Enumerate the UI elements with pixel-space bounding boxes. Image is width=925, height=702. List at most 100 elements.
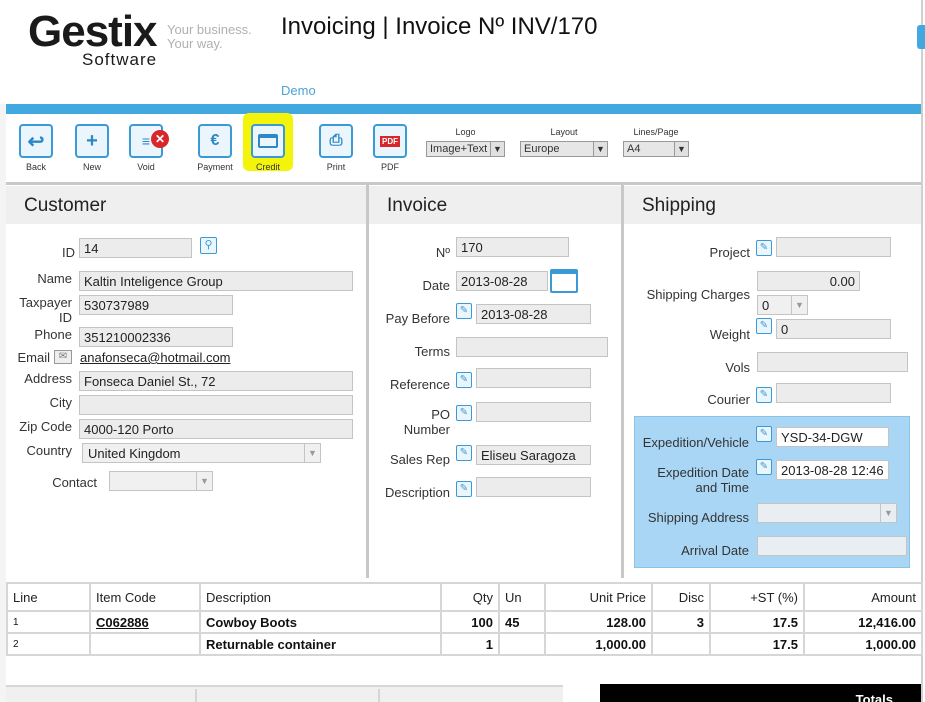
contact-select[interactable]: ▼ (109, 471, 213, 491)
arrival-date-field[interactable] (757, 536, 907, 556)
back-button[interactable]: ↩ Back (14, 124, 58, 172)
cell-disc (651, 632, 711, 656)
lines-select[interactable]: A4 ▼ (623, 141, 689, 157)
address-field[interactable]: Fonseca Daniel St., 72 (79, 371, 353, 391)
layout-select[interactable]: Europe ▼ (520, 141, 608, 157)
search-icon[interactable]: ⚲ (200, 237, 217, 254)
col-un[interactable]: Un (498, 582, 546, 612)
po-number-field[interactable] (476, 402, 591, 422)
print-label: Print (326, 162, 346, 172)
vols-field[interactable] (757, 352, 908, 372)
shipping-address-select[interactable]: ▼ (757, 503, 897, 523)
chevron-down-icon: ▼ (490, 142, 504, 156)
edit-icon[interactable]: ✎ (756, 459, 772, 475)
invoice-no-field[interactable]: 170 (456, 237, 569, 257)
calendar-icon[interactable] (550, 269, 578, 293)
courier-field[interactable] (776, 383, 891, 403)
col-st[interactable]: +ST (%) (709, 582, 805, 612)
col-description[interactable]: Description (199, 582, 442, 612)
vehicle-field[interactable]: YSD-34-DGW (776, 427, 889, 447)
weight-label: Weight (709, 327, 750, 342)
summary-divider (195, 689, 197, 702)
col-unit-price[interactable]: Unit Price (544, 582, 653, 612)
country-select[interactable]: United Kingdom ▼ (82, 443, 321, 463)
phone-label: Phone (34, 327, 72, 342)
side-tab[interactable] (917, 25, 925, 49)
taxpayer-label-line-1: Taxpayer (19, 295, 72, 310)
table-row[interactable]: 1 C062886 Cowboy Boots 100 45 128.00 3 1… (6, 610, 923, 634)
cell-un (498, 632, 546, 656)
col-line[interactable]: Line (6, 582, 91, 612)
terms-label: Terms (414, 344, 450, 359)
zip-label: Zip Code (19, 419, 72, 434)
terms-field[interactable] (456, 337, 608, 357)
shipping-tax-select[interactable]: 0 ▼ (757, 295, 808, 315)
description-label: Description (384, 485, 450, 500)
payment-button[interactable]: € Payment (193, 124, 237, 172)
chevron-down-icon: ▼ (593, 142, 607, 156)
description-field[interactable] (476, 477, 591, 497)
demo-link[interactable]: Demo (281, 83, 316, 98)
zip-field[interactable]: 4000-120 Porto (79, 419, 353, 439)
lines-select-value: A4 (627, 143, 641, 155)
city-field[interactable] (79, 395, 353, 415)
cell-unit-price: 1,000.00 (544, 632, 653, 656)
customer-id-field[interactable]: 14 (79, 238, 192, 258)
paybefore-field[interactable]: 2013-08-28 (476, 304, 591, 324)
chevron-down-icon: ▼ (791, 296, 807, 314)
edit-icon[interactable]: ✎ (756, 387, 772, 403)
edit-icon[interactable]: ✎ (756, 318, 772, 334)
edit-icon[interactable]: ✎ (456, 303, 472, 319)
edit-icon[interactable]: ✎ (456, 372, 472, 388)
col-amount[interactable]: Amount (803, 582, 923, 612)
cell-item-code[interactable]: C062886 (89, 610, 201, 634)
weight-field[interactable]: 0 (776, 319, 891, 339)
salesrep-field[interactable]: Eliseu Saragoza (476, 445, 591, 465)
new-label: New (82, 162, 101, 172)
country-select-value: United Kingdom (88, 446, 181, 461)
toolbar-divider (6, 182, 921, 185)
customer-name-field[interactable]: Kaltin Inteligence Group (79, 271, 353, 291)
shipping-charges-field[interactable]: 0.00 (757, 271, 860, 291)
totals-header: Totals (600, 684, 921, 702)
print-button[interactable]: ⎙ Print (314, 124, 358, 172)
new-button[interactable]: + New (70, 124, 114, 172)
edit-icon[interactable]: ✎ (756, 240, 772, 256)
phone-field[interactable]: 351210002336 (79, 327, 233, 347)
edit-icon[interactable]: ✎ (756, 426, 772, 442)
vehicle-label: Expedition/Vehicle (642, 435, 749, 450)
pdf-button[interactable]: PDF PDF (368, 124, 412, 172)
country-label: Country (26, 443, 72, 458)
shipping-address-label: Shipping Address (647, 510, 749, 525)
credit-label: Credit (255, 162, 280, 172)
void-document-icon: ≡ ✕ (129, 124, 169, 158)
credit-button[interactable]: Credit (246, 124, 290, 172)
envelope-icon[interactable]: ✉ (54, 350, 72, 364)
arrival-date-label: Arrival Date (681, 543, 749, 558)
chevron-down-icon: ▼ (880, 504, 896, 522)
customer-id-label: ID (62, 245, 75, 260)
payment-label: Payment (197, 162, 233, 172)
expedition-date-label-line-2: and Time (695, 480, 749, 495)
layout-select-value: Europe (524, 143, 560, 155)
edit-icon[interactable]: ✎ (456, 481, 472, 497)
col-disc[interactable]: Disc (651, 582, 711, 612)
edit-icon[interactable]: ✎ (456, 405, 472, 421)
reference-field[interactable] (476, 368, 591, 388)
table-row[interactable]: 2 Returnable container 1 1,000.00 17.5 1… (6, 632, 923, 656)
back-arrow-icon: ↩ (19, 124, 53, 158)
project-field[interactable] (776, 237, 891, 257)
taxpayer-field[interactable]: 530737989 (79, 295, 233, 315)
po-number-label: PO Number (380, 407, 450, 437)
invoice-date-field[interactable]: 2013-08-28 (456, 271, 548, 291)
email-link[interactable]: anafonseca@hotmail.com (80, 350, 231, 365)
logo-select[interactable]: Image+Text ▼ (426, 141, 505, 157)
pdf-label: PDF (381, 162, 399, 172)
col-item-code[interactable]: Item Code (89, 582, 201, 612)
void-button[interactable]: ≡ ✕ Void (124, 124, 169, 172)
edit-icon[interactable]: ✎ (456, 445, 472, 461)
invoice-heading: Invoice (369, 186, 621, 224)
expedition-date-field[interactable]: 2013-08-28 12:46 (776, 460, 889, 480)
col-qty[interactable]: Qty (440, 582, 500, 612)
cell-item-code[interactable] (89, 632, 201, 656)
